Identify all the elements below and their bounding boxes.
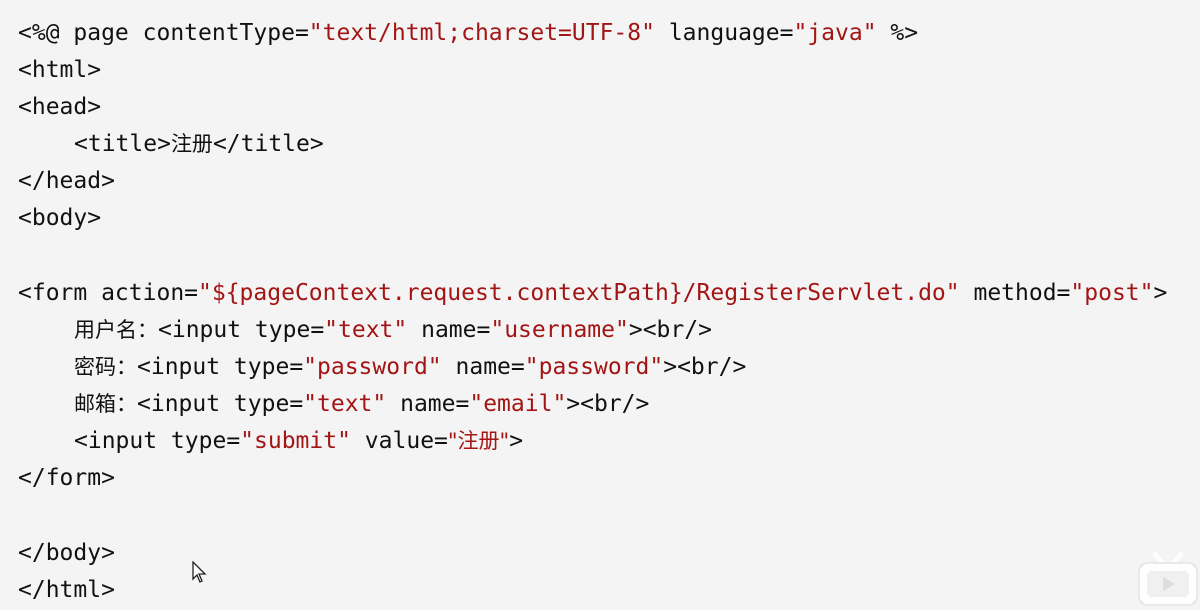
code-line-9: 用户名：<input type="text" name="username"><…	[74, 317, 712, 343]
code-line-3: <head>	[18, 94, 102, 120]
code-line-11: 邮箱：<input type="text" name="email"><br/>	[74, 391, 650, 417]
code-line-2: <html>	[18, 57, 102, 83]
code-line-4: <title>注册</title>	[74, 131, 324, 157]
mouse-pointer-icon	[192, 561, 207, 583]
code-line-1: <%@ page contentType="text/html;charset=…	[18, 20, 919, 46]
bilibili-tv-icon	[1133, 546, 1200, 610]
code-line-13: </form>	[18, 465, 115, 491]
code-line-15: </body>	[18, 540, 115, 566]
code-editor: <%@ page contentType="text/html;charset=…	[0, 0, 1200, 610]
code-line-5: </head>	[18, 168, 115, 194]
code-line-8: <form action="${pageContext.request.cont…	[18, 280, 1168, 306]
code-line-16: </html>	[18, 577, 115, 603]
code-line-10: 密码：<input type="password" name="password…	[74, 354, 747, 380]
code-line-6: <body>	[18, 205, 102, 231]
code-line-12: <input type="submit" value="注册">	[74, 428, 524, 454]
